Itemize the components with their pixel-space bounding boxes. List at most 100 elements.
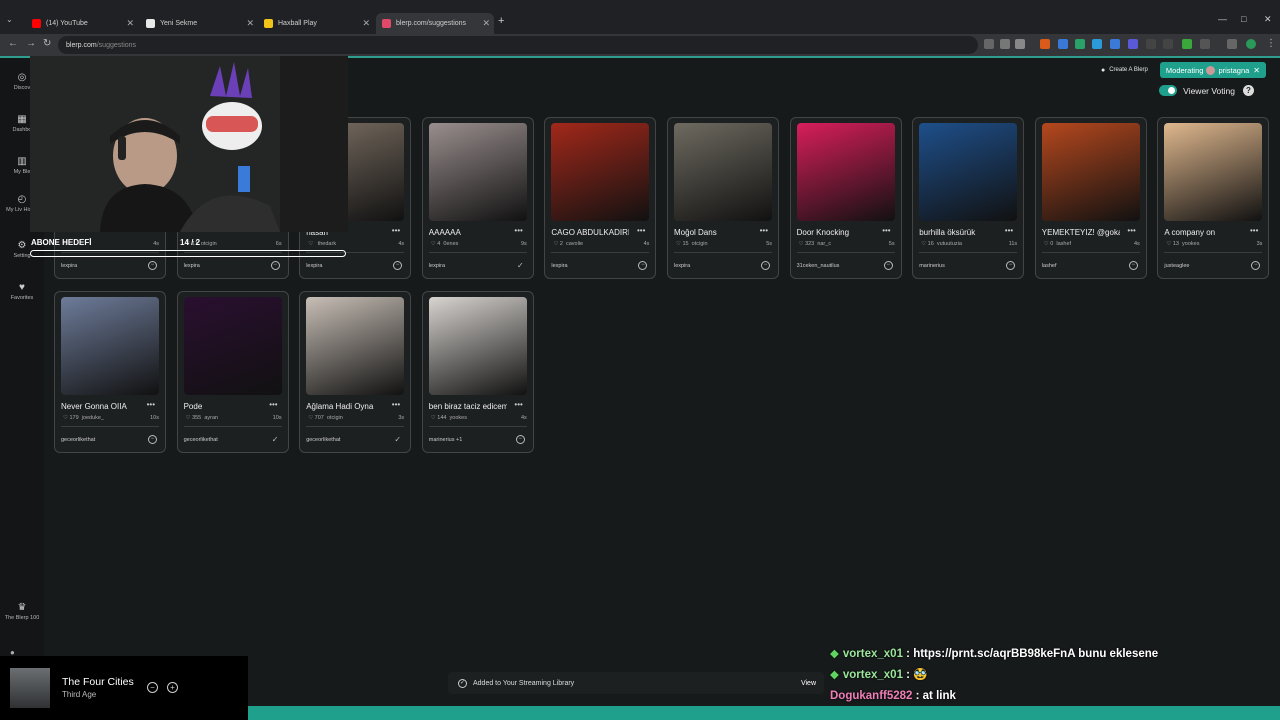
more-options-icon[interactable]: •••: [514, 226, 522, 235]
blerp-card[interactable]: YEMEKTEYIZ! @gokala ••• ♡ 0 lashef 4s lashef…: [1034, 117, 1147, 279]
extension-icon[interactable]: [1182, 39, 1192, 49]
more-options-icon[interactable]: •••: [514, 400, 522, 409]
extension-icon[interactable]: [1128, 39, 1138, 49]
sidebar-item-favorites[interactable]: ♥ Favorites: [3, 282, 41, 301]
blerp-thumbnail[interactable]: [796, 123, 895, 221]
help-icon[interactable]: ?: [1243, 85, 1254, 96]
browser-tab[interactable]: Haxball Play ✕: [258, 13, 374, 33]
blerp-card[interactable]: Never Gonna OIIA ••• ♡ 179 joeduke_ 10s gece…: [54, 291, 166, 453]
blerp-card[interactable]: A company on ••• ♡ 13 yookes 3s justeaglee −: [1157, 117, 1270, 279]
remove-circle-icon[interactable]: −: [1251, 261, 1261, 270]
blerp-thumbnail[interactable]: [1041, 123, 1140, 221]
minimize-icon[interactable]: —: [1218, 14, 1227, 24]
plus-circle-icon[interactable]: +: [167, 682, 178, 693]
blerp-duration: 10s: [272, 415, 282, 421]
pin-icon: ●: [1100, 66, 1106, 74]
avatar: [1206, 65, 1216, 75]
remove-circle-icon[interactable]: −: [1006, 261, 1016, 270]
download-icon[interactable]: [1227, 39, 1237, 49]
blerp-thumbnail[interactable]: [61, 297, 159, 395]
minus-circle-icon[interactable]: −: [147, 682, 158, 693]
more-options-icon[interactable]: •••: [637, 226, 645, 235]
blerp-card[interactable]: burhilla öksürük ••• ♡ 16 vutuutuzia 11s mar…: [912, 117, 1025, 279]
browser-tab[interactable]: (14) YouTube ✕: [26, 13, 138, 33]
uploader-name: ayran: [204, 415, 219, 421]
blerp-thumbnail[interactable]: [183, 297, 282, 395]
remove-circle-icon[interactable]: −: [148, 435, 157, 444]
check-icon[interactable]: ✓: [393, 435, 402, 444]
maximize-icon[interactable]: □: [1241, 14, 1246, 24]
close-tab-icon[interactable]: ✕: [246, 18, 254, 29]
back-icon[interactable]: ←: [8, 38, 18, 49]
sidebar-item-blerp-100[interactable]: ♛ The Blerp 100: [3, 602, 41, 621]
divider: [1164, 252, 1263, 253]
blerp-thumbnail[interactable]: [1164, 123, 1263, 221]
viewer-voting-toggle[interactable]: Viewer Voting ?: [1159, 85, 1254, 96]
close-icon[interactable]: ✕: [1253, 66, 1260, 75]
address-bar[interactable]: blerp.com/suggestions: [58, 36, 978, 54]
close-tab-icon[interactable]: ✕: [362, 18, 370, 29]
more-options-icon[interactable]: •••: [882, 226, 890, 235]
more-options-icon[interactable]: •••: [269, 400, 277, 409]
remove-circle-icon[interactable]: −: [1128, 261, 1138, 270]
blerp-card[interactable]: Door Knocking ••• ♡ 323 nar_c 5s 31ceken_nau…: [789, 117, 902, 279]
reload-icon[interactable]: ↻: [43, 38, 51, 49]
bookmark-star-icon[interactable]: [1015, 39, 1025, 49]
blerp-thumbnail[interactable]: [919, 123, 1018, 221]
blerp-card[interactable]: Moğol Dans ••• ♡ 15 otcigin 5s lexpira −: [667, 117, 779, 279]
remove-circle-icon[interactable]: −: [883, 261, 893, 270]
extension-icon[interactable]: [1040, 39, 1050, 49]
extension-icon[interactable]: [1110, 39, 1120, 49]
close-window-icon[interactable]: ✕: [1264, 14, 1272, 25]
browser-tab[interactable]: blerp.com/suggestions ✕: [376, 13, 494, 34]
tab-search-icon[interactable]: ⌄: [6, 15, 18, 27]
check-circle-icon: ✓: [458, 678, 467, 688]
new-tab-icon[interactable]: +: [498, 15, 504, 27]
extension-icon[interactable]: [1092, 39, 1102, 49]
create-blerp-button[interactable]: ● Create A Blerp: [1101, 67, 1148, 74]
blerp-thumbnail[interactable]: [428, 123, 527, 221]
profile-avatar[interactable]: [1246, 39, 1256, 49]
blerp-thumbnail[interactable]: [551, 123, 650, 221]
more-options-icon[interactable]: •••: [1127, 226, 1135, 235]
extension-icon[interactable]: [1163, 39, 1173, 49]
toggle-switch[interactable]: [1159, 85, 1178, 96]
blerp-thumbnail[interactable]: [674, 123, 772, 221]
remove-circle-icon[interactable]: −: [515, 435, 525, 444]
hide-icon[interactable]: [1000, 39, 1010, 49]
cast-icon[interactable]: [984, 39, 994, 49]
browser-tab[interactable]: Yeni Sekme ✕: [140, 13, 258, 33]
more-options-icon[interactable]: •••: [392, 400, 400, 409]
blerp-thumbnail[interactable]: [306, 297, 405, 395]
blerp-card[interactable]: AAAAAA ••• ♡ 4 0enes 9s lexpira ✓: [421, 117, 534, 279]
more-options-icon[interactable]: •••: [392, 226, 400, 235]
chat-bubble-icon[interactable]: ●: [10, 648, 15, 657]
close-tab-icon[interactable]: ✕: [482, 18, 490, 29]
extensions-puzzle-icon[interactable]: [1200, 39, 1210, 49]
remove-circle-icon[interactable]: −: [761, 261, 770, 270]
check-icon[interactable]: ✓: [271, 435, 280, 444]
blerp-card[interactable]: CAGO ABDULKADIRI N ••• ♡ 2 cavolie 4s lexpir…: [544, 117, 657, 279]
view-button[interactable]: View: [801, 680, 816, 687]
more-options-icon[interactable]: •••: [760, 226, 768, 235]
extension-icon[interactable]: [1146, 39, 1156, 49]
moderating-badge[interactable]: Moderating pristagna ✕: [1159, 62, 1266, 78]
blerp-card[interactable]: Ağlama Hadi Oyna ••• ♡ 707 otcigin 3s geceor…: [299, 291, 412, 453]
blerp-card[interactable]: Pode ••• ♡ 355 ayran 10s geceorlikethat ✓: [176, 291, 289, 453]
blerp-thumbnail[interactable]: [428, 297, 527, 395]
remove-circle-icon[interactable]: −: [638, 261, 648, 270]
more-options-icon[interactable]: •••: [147, 400, 155, 409]
forward-icon[interactable]: →: [26, 38, 36, 49]
kebab-menu-icon[interactable]: ⋮: [1266, 38, 1276, 49]
extension-icon[interactable]: [1058, 39, 1068, 49]
blerp-duration: 5s: [766, 241, 772, 247]
blerp-card[interactable]: ben biraz taciz edicem ••• ♡ 144 yookes 4s m…: [421, 291, 534, 453]
more-options-icon[interactable]: •••: [1005, 226, 1013, 235]
extension-icon[interactable]: [1075, 39, 1085, 49]
remove-circle-icon[interactable]: −: [393, 261, 403, 270]
remove-circle-icon[interactable]: −: [270, 261, 280, 270]
close-tab-icon[interactable]: ✕: [126, 18, 134, 29]
check-icon[interactable]: ✓: [516, 261, 525, 270]
remove-circle-icon[interactable]: −: [148, 261, 157, 270]
more-options-icon[interactable]: •••: [1250, 226, 1258, 235]
